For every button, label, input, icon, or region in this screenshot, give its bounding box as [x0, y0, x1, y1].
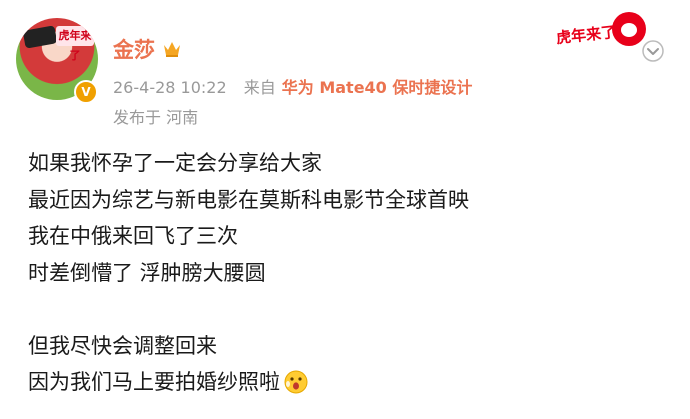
post-line-blank: [28, 291, 469, 328]
post-line-text: 因为我们马上要拍婚纱照啦: [28, 370, 280, 394]
post-line: 时差倒懵了 浮肿膀大腰圆: [28, 260, 266, 285]
source-device[interactable]: 华为 Mate40 保时捷设计: [282, 78, 473, 97]
post-line: 最近因为综艺与新电影在莫斯科电影节全球首映: [28, 187, 469, 212]
post-line-last: 因为我们马上要拍婚纱照啦: [28, 364, 469, 401]
paw-icon: [612, 12, 646, 46]
crown-icon: [164, 42, 180, 57]
verified-badge-icon: V: [74, 80, 98, 104]
post-line: 如果我怀孕了一定会分享给大家: [28, 151, 322, 175]
post-body: 如果我怀孕了一定会分享给大家 最近因为综艺与新电影在莫斯科电影节全球首映 我在中…: [28, 145, 469, 401]
username[interactable]: 金莎: [113, 34, 182, 64]
post-line: 我在中俄来回飞了三次: [28, 224, 238, 248]
tiger-year-sticker: 虎年来了: [555, 10, 648, 50]
avatar-hat-decoration: [22, 25, 58, 49]
surprised-emoji-icon: [284, 370, 308, 394]
sticker-text: 虎年来了: [555, 22, 617, 48]
post-line: 但我尽快会调整回来: [28, 333, 217, 358]
username-text[interactable]: 金莎: [113, 34, 155, 64]
post-meta: 26-4-28 10:22 来自 华为 Mate40 保时捷设计: [113, 74, 472, 98]
post-timestamp[interactable]: 26-4-28 10:22: [113, 78, 227, 97]
avatar-flag: 虎年来了: [56, 26, 94, 62]
chevron-down-icon[interactable]: [642, 40, 664, 62]
post-location: 发布于 河南: [113, 108, 199, 127]
source-prefix: 来自: [243, 78, 276, 97]
